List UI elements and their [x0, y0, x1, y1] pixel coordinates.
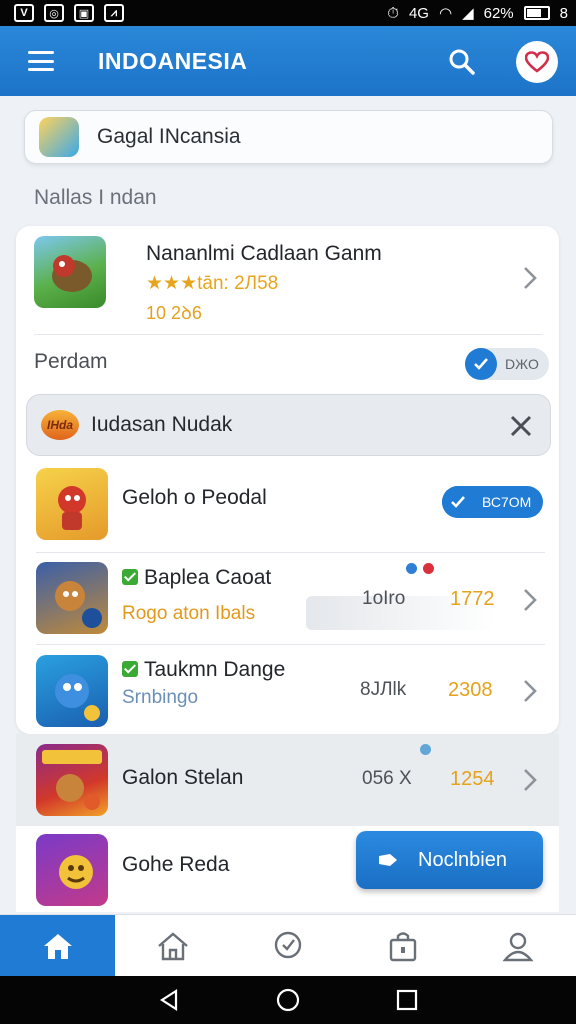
primary-action-label: Noclnbien — [418, 848, 507, 871]
nav-chat[interactable] — [230, 915, 345, 977]
nav-store[interactable] — [346, 915, 461, 977]
profile-icon — [502, 932, 534, 962]
search-text: Gagal INcansia — [97, 125, 241, 148]
game-title[interactable]: Galon Stelan — [122, 766, 243, 790]
recents-icon[interactable] — [396, 989, 418, 1011]
game-thumbnail[interactable] — [36, 655, 108, 727]
check-icon — [465, 348, 497, 380]
notification-sync-icon: ◎ — [44, 4, 64, 22]
status-badge-text: DЖO — [505, 356, 539, 372]
status-badge[interactable]: ВС7ОМ — [442, 486, 544, 518]
favorites-button[interactable] — [516, 41, 558, 83]
divider — [34, 334, 543, 335]
indicator-dots — [420, 744, 431, 755]
app-bar: INDOANESIA — [0, 26, 576, 96]
game-title[interactable]: Taukmn Dange — [122, 658, 285, 682]
game-stat: 8JЛlk — [360, 679, 407, 700]
game-thumbnail[interactable] — [36, 834, 108, 906]
divider — [36, 552, 545, 553]
chevron-right-icon[interactable] — [522, 588, 538, 612]
check-icon — [442, 486, 474, 518]
primary-action-button[interactable]: Noclnbien — [356, 831, 543, 889]
heart-icon — [525, 51, 549, 73]
game-thumbnail[interactable] — [36, 468, 108, 540]
nav-profile[interactable] — [461, 915, 576, 977]
chevron-right-icon[interactable] — [522, 266, 538, 290]
battery-suffix: 8 — [559, 4, 568, 22]
game-score: 1772 — [450, 588, 495, 610]
sub-header-label: Perdam — [34, 350, 108, 373]
system-status: ⏱ 4G ◠ ◢ 62% 8 — [387, 4, 568, 23]
chevron-right-icon[interactable] — [522, 768, 538, 792]
alarm-icon: ⏱ — [387, 4, 399, 22]
status-badge-text: ВС7ОМ — [482, 494, 532, 510]
section-title: Nallas I ndan — [34, 186, 157, 209]
filter-text: Iudasan Nudak — [91, 413, 233, 436]
home-outline-icon — [158, 932, 188, 961]
search-icon[interactable] — [448, 48, 476, 76]
featured-count: 10 2ꝺ6 — [146, 303, 202, 323]
cell-signal-icon: ◢ — [462, 5, 474, 22]
game-title[interactable]: Geloh o Peodal — [122, 486, 267, 510]
chat-icon — [274, 931, 302, 959]
back-icon[interactable] — [158, 989, 180, 1011]
featured-rating: ★★★tān: 2Л58 — [146, 273, 279, 294]
app-title: INDOANESIA — [98, 47, 248, 74]
search-bar[interactable]: Gagal INcansia — [24, 110, 553, 164]
game-thumbnail[interactable] — [36, 744, 108, 816]
game-thumbnail[interactable] — [36, 562, 108, 634]
home-icon — [43, 934, 72, 959]
notification-icons: V ◎ ▣ ⩘ — [14, 4, 124, 22]
bottom-navigation — [0, 914, 576, 977]
chevron-right-icon[interactable] — [522, 679, 538, 703]
signal-text: 4G — [408, 4, 429, 22]
game-app-icon — [39, 117, 79, 157]
featured-game-title[interactable]: Nananlmi Cadlaan Ganm — [146, 242, 382, 266]
notification-image-icon: ▣ — [74, 4, 94, 22]
notification-app-icon: V — [14, 4, 34, 22]
wifi-icon: ◠ — [438, 5, 453, 22]
game-score: 1254 — [450, 768, 495, 790]
divider — [36, 644, 545, 645]
nav-home-outline[interactable] — [115, 915, 230, 977]
menu-icon[interactable] — [28, 51, 54, 71]
status-bar: V ◎ ▣ ⩘ ⏱ 4G ◠ ◢ 62% 8 — [0, 0, 576, 26]
game-title[interactable]: Baplea Caoat — [122, 566, 271, 590]
nav-home[interactable] — [0, 915, 116, 977]
game-stat: 056 X — [362, 768, 412, 789]
filter-logo: IHda — [41, 410, 79, 440]
game-stat: 1oIro — [362, 588, 406, 609]
notification-chart-icon: ⩘ — [104, 4, 124, 22]
system-navigation — [0, 976, 576, 1024]
status-badge[interactable]: DЖO — [465, 348, 549, 380]
home-nav-icon[interactable] — [276, 988, 300, 1012]
game-score: 2308 — [448, 679, 493, 701]
game-subtitle: Rogo aton Ibals — [122, 603, 256, 624]
featured-game-thumbnail[interactable] — [34, 236, 106, 308]
tag-icon — [379, 854, 397, 866]
bag-icon — [389, 932, 417, 962]
close-icon[interactable] — [508, 413, 534, 439]
battery-icon — [523, 6, 550, 20]
verified-icon — [122, 569, 138, 585]
battery-percent: 62% — [483, 4, 514, 22]
indicator-dots — [406, 563, 434, 574]
game-title[interactable]: Gohe Reda — [122, 853, 229, 877]
game-subtitle: Srnbingo — [122, 687, 199, 708]
verified-icon — [122, 661, 138, 677]
filter-chip[interactable]: IHda Iudasan Nudak — [26, 394, 551, 456]
